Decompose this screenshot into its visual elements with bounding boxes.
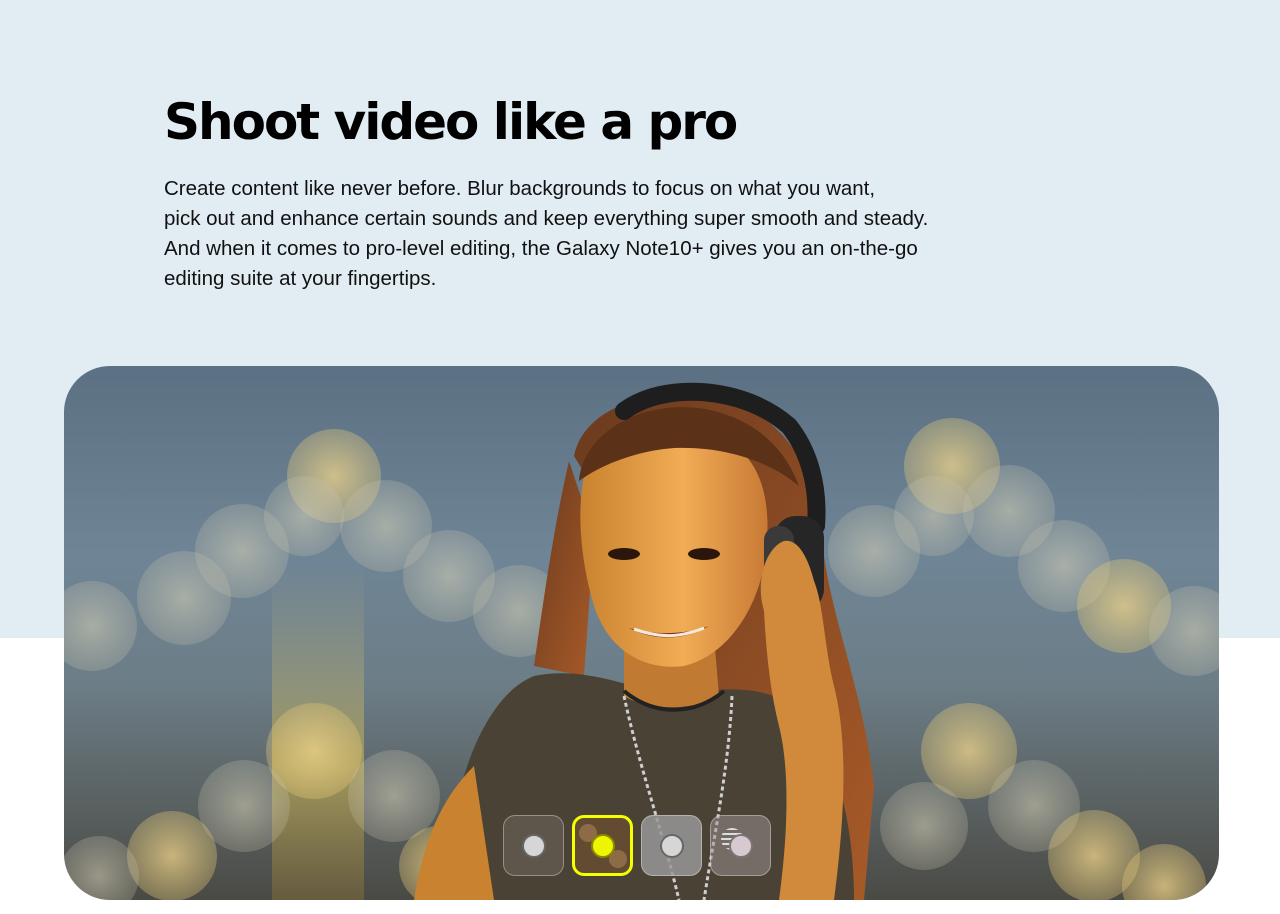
description-line: pick out and enhance certain sounds and … <box>164 207 929 230</box>
page-title: Shoot video like a pro <box>164 93 738 151</box>
glitch-effect-button[interactable] <box>710 815 771 876</box>
color-point-effect-button[interactable] <box>641 815 702 876</box>
big-circle-effect-button[interactable] <box>572 815 633 876</box>
circle-icon <box>521 833 546 858</box>
description-line: editing suite at your fingertips. <box>164 267 437 290</box>
circle-icon <box>590 833 615 858</box>
blur-effect-button[interactable] <box>503 815 564 876</box>
demo-video[interactable] <box>64 366 1219 900</box>
circle-icon <box>659 833 684 858</box>
description-line: Create content like never before. Blur b… <box>164 177 876 200</box>
circle-icon <box>728 833 753 858</box>
hero-description: Create content like never before. Blur b… <box>164 174 984 294</box>
video-effect-selector <box>503 815 771 879</box>
description-line: And when it comes to pro-level editing, … <box>164 237 918 260</box>
